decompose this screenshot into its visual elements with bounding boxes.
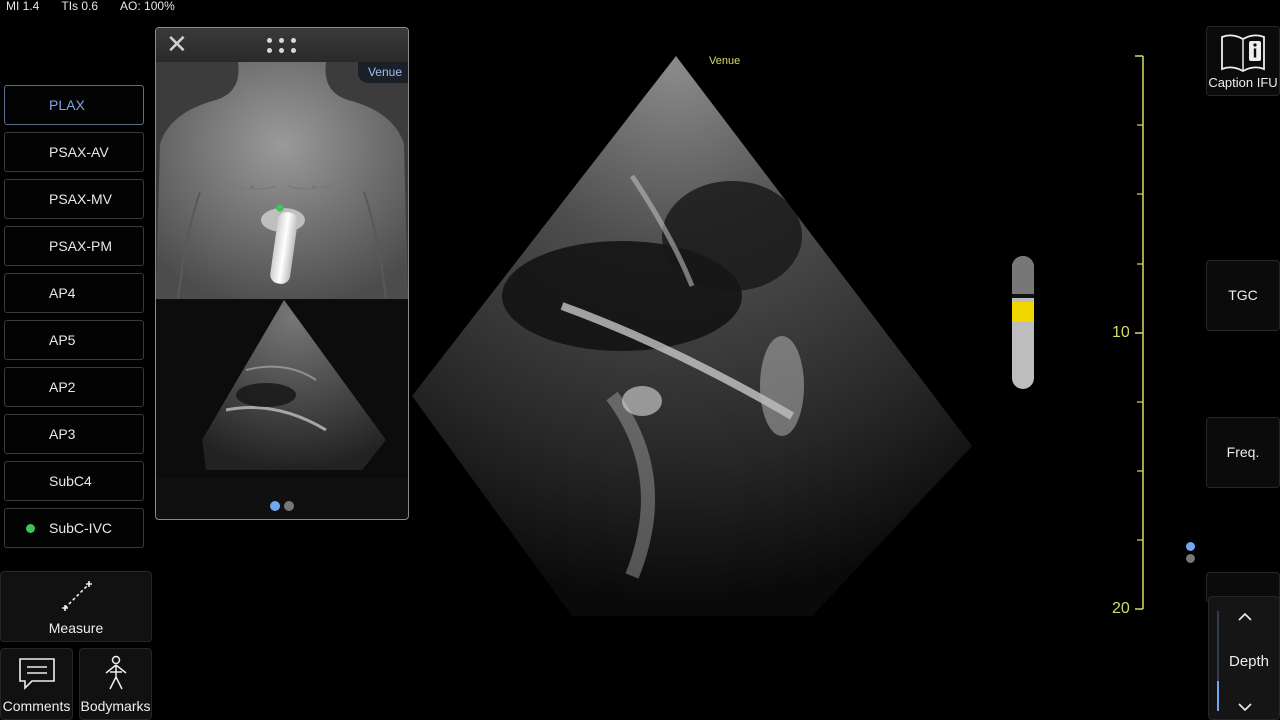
freq-label: Freq. — [1226, 444, 1260, 460]
reference-echo-image — [156, 300, 408, 478]
depth-tick-20: 20 — [1112, 600, 1130, 617]
ultrasound-image[interactable] — [412, 56, 972, 616]
guide-panel[interactable]: ✕ Venue — [155, 27, 409, 520]
view-item-subc4[interactable]: SubC4 — [4, 461, 144, 501]
guide-header[interactable]: ✕ — [156, 28, 408, 62]
comment-icon — [19, 658, 55, 690]
page-dot[interactable] — [284, 501, 294, 511]
tgc-label: TGC — [1228, 287, 1258, 303]
control-page-dot[interactable] — [1186, 554, 1195, 563]
view-label: AP4 — [49, 285, 76, 301]
chevron-down-icon[interactable] — [1237, 702, 1253, 712]
freq-button[interactable]: Freq. — [1206, 417, 1280, 488]
guide-pagination[interactable] — [270, 498, 298, 516]
view-label: PLAX — [49, 97, 85, 113]
tis-readout: TIs 0.6 — [61, 0, 99, 13]
gain-indicator-upper — [1012, 256, 1034, 294]
view-item-ap3[interactable]: AP3 — [4, 414, 144, 454]
view-item-psax-mv[interactable]: PSAX-MV — [4, 179, 144, 219]
drag-handle-icon[interactable] — [265, 36, 299, 56]
view-label: SubC4 — [49, 473, 92, 489]
view-label: AP2 — [49, 379, 76, 395]
view-label: AP3 — [49, 426, 76, 442]
info-book-icon — [1221, 34, 1265, 73]
view-label: AP5 — [49, 332, 76, 348]
page-dot-active[interactable] — [270, 501, 280, 511]
view-list: PLAX PSAX-AV PSAX-MV PSAX-PM AP4 AP5 AP2… — [4, 85, 144, 555]
view-item-plax[interactable]: PLAX — [4, 85, 144, 125]
view-item-subc-ivc[interactable]: SubC-IVC — [4, 508, 144, 548]
depth-tick-10: 10 — [1112, 324, 1130, 341]
status-bar: MI 1.4 TIs 0.6 AO: 100% — [6, 0, 175, 12]
bodymarks-label: Bodymarks — [80, 698, 151, 714]
torso-illustration — [156, 62, 408, 299]
view-item-ap2[interactable]: AP2 — [4, 367, 144, 407]
comments-label: Comments — [2, 698, 71, 714]
caption-ifu-label: Caption IFU — [1208, 75, 1278, 90]
bodymarks-button[interactable]: Bodymarks — [79, 648, 152, 720]
measure-button[interactable]: Measure — [0, 571, 152, 642]
depth-slider-fill — [1217, 681, 1219, 711]
depth-control[interactable]: Depth — [1208, 596, 1280, 720]
view-label: SubC-IVC — [49, 520, 113, 536]
chevron-up-icon[interactable] — [1237, 612, 1253, 622]
comments-button[interactable]: Comments — [0, 648, 73, 720]
view-label: PSAX-PM — [49, 238, 113, 254]
caption-ifu-button[interactable]: Caption IFU — [1206, 26, 1280, 96]
reference-sector-image — [202, 300, 386, 470]
body-icon — [105, 655, 127, 690]
tgc-button[interactable]: TGC — [1206, 260, 1280, 331]
control-page-dots[interactable] — [1186, 542, 1195, 563]
mi-readout: MI 1.4 — [6, 0, 40, 13]
depth-label: Depth — [1228, 653, 1270, 670]
view-label: PSAX-AV — [49, 144, 109, 160]
view-item-ap5[interactable]: AP5 — [4, 320, 144, 360]
gain-indicator-line — [1012, 294, 1034, 298]
guide-venue-tag: Venue — [357, 62, 408, 83]
caliper-icon — [62, 581, 92, 611]
probe-marker-dot — [276, 204, 284, 212]
view-item-ap4[interactable]: AP4 — [4, 273, 144, 313]
probe-placement-illustration: Venue — [156, 62, 408, 299]
control-page-dot-active[interactable] — [1186, 542, 1195, 551]
gain-indicator-level — [1012, 302, 1034, 322]
close-icon[interactable]: ✕ — [166, 30, 188, 58]
ao-readout: AO: 100% — [120, 0, 175, 13]
image-venue-label: Venue — [709, 55, 741, 67]
view-label: PSAX-MV — [49, 191, 113, 207]
view-item-psax-pm[interactable]: PSAX-PM — [4, 226, 144, 266]
gain-indicator[interactable] — [1012, 256, 1034, 389]
status-dot — [26, 524, 35, 533]
view-item-psax-av[interactable]: PSAX-AV — [4, 132, 144, 172]
measure-label: Measure — [48, 620, 104, 636]
